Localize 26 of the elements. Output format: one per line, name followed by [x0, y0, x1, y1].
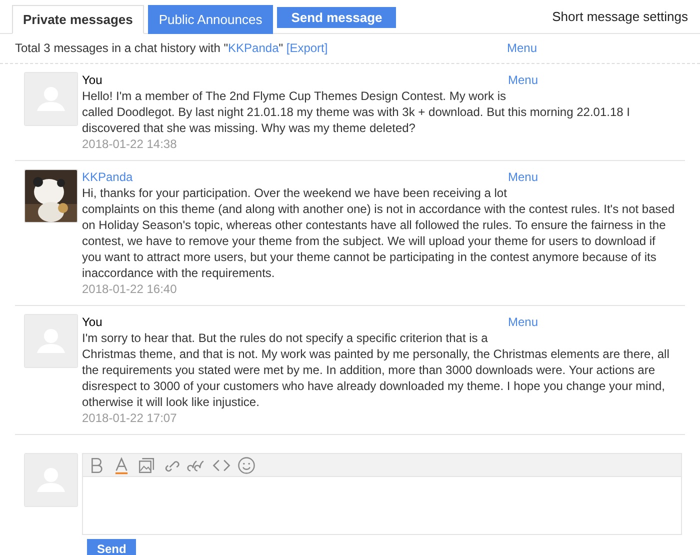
settings-link[interactable]: Short message settings [552, 9, 688, 24]
menu-link[interactable]: Menu [507, 41, 538, 55]
sender-link[interactable]: KKPanda [82, 169, 133, 185]
menu-link[interactable]: Menu [508, 73, 538, 87]
avatar-placeholder-icon [24, 314, 78, 368]
message-text: I'm sorry to hear that. But the rules do not specify a specific criterion that is a Christmas theme, and that is not. My work was painted by me personally, the Christmas elements are there, all the requirements you stated were met by me. In addition, more than 3000 downloads were. Your actions are disrespect to 3000 of your customers who have already downloaded my theme. I hope you change your mind, otherwise it will look like injustice. [82, 331, 670, 409]
sender-name: You [82, 314, 102, 330]
emoji-icon[interactable] [237, 456, 256, 474]
history-summary: Total 3 messages in a chat history with "KKPanda" [Export] [15, 41, 329, 55]
menu-link[interactable]: Menu [508, 170, 538, 184]
menu-link[interactable]: Menu [508, 315, 538, 329]
message-text: Hi, thanks for your participation. Over the weekend we have been receiving a lot complaints on this theme (and along with another one) is not in accordance with the contest rules. It's not based on Holiday Season's topic, whereas other contestants have all followed the rules. To ensure the fairness in the contest, we have to remove your theme from the subject. We will upload your theme for users to download if you want to attract more users, but your theme cannot be participating in the contest anymore because of its inaccordance with the requirements. [82, 186, 675, 280]
avatar-placeholder-icon [24, 453, 78, 507]
send-button[interactable]: Send [87, 539, 136, 555]
timestamp: 2018-01-22 16:40 [82, 281, 178, 297]
sender-name: You [82, 72, 102, 88]
timestamp: 2018-01-22 14:38 [82, 136, 178, 152]
tab[interactable]: Public Announces [148, 5, 274, 34]
contact-link[interactable]: KKPanda [228, 41, 279, 55]
tab[interactable]: Private messages [12, 5, 144, 34]
image-icon[interactable] [137, 456, 156, 474]
avatar-placeholder-icon [24, 72, 78, 126]
message-text: Hello! I'm a member of The 2nd Flyme Cup Themes Design Contest. My work is called Doodlegot. By last night 21.01.18 my theme was with 3k + download. But this morning 22.01.18 I discovered that she was missing. Why was my theme deleted? [82, 89, 630, 135]
send-message-button[interactable]: Send message [277, 7, 396, 28]
timestamp: 2018-01-22 17:07 [82, 410, 178, 426]
export-link[interactable]: [Export] [286, 41, 328, 55]
